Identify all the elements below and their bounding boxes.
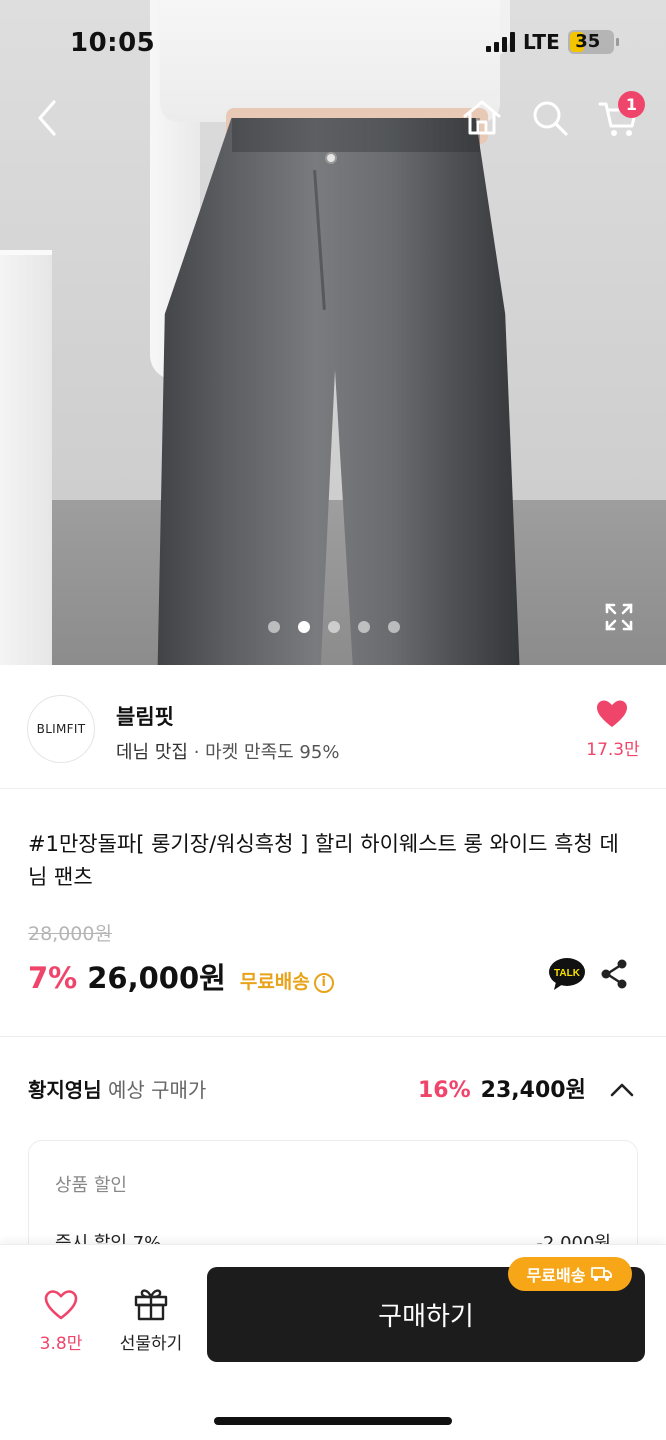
expected-discount-rate: 16% (418, 1078, 471, 1103)
image-waistband (232, 118, 480, 152)
store-like-heart-icon[interactable] (596, 699, 628, 729)
sale-price: 26,000원 (87, 961, 226, 995)
free-shipping-label[interactable]: 무료배송 i (240, 967, 334, 994)
home-indicator (214, 1417, 452, 1425)
gallery-dot[interactable] (358, 621, 370, 633)
store-info-row[interactable]: BLIMFIT 블림핏 데님 맛집 · 마켓 만족도 95% 17.3만 (0, 665, 666, 789)
store-like-count: 17.3만 (586, 740, 640, 760)
image-pedestal (0, 255, 52, 665)
image-floor (0, 500, 666, 665)
original-price: 28,000원 (28, 923, 112, 945)
image-shirt (160, 0, 500, 122)
store-tagline: 데님 맛집 (116, 742, 188, 763)
wishlist-count: 3.8만 (39, 1334, 83, 1354)
free-shipping-text: 무료배송 (239, 971, 310, 993)
truck-icon (591, 1267, 613, 1281)
gallery-dot[interactable] (388, 621, 400, 633)
bottom-action-bar: 3.8만 선물하기 구매하기 무료배송 (0, 1244, 666, 1440)
gallery-dot[interactable] (268, 621, 280, 633)
section-divider (0, 1036, 666, 1037)
fullscreen-expand-icon[interactable] (604, 602, 634, 632)
network-label: LTE (523, 30, 560, 54)
search-icon[interactable] (528, 96, 572, 140)
svg-text:TALK: TALK (554, 968, 581, 979)
gift-label[interactable]: 선물하기 (106, 1329, 196, 1354)
chevron-up-icon[interactable] (608, 1076, 636, 1104)
battery-level: 35 (575, 31, 601, 52)
expected-price-value: 23,400원 (480, 1078, 586, 1103)
home-icon[interactable] (460, 96, 504, 140)
battery-icon: 35 (567, 30, 619, 54)
wishlist-heart-icon[interactable] (44, 1289, 78, 1321)
expected-price-label: 황지영님 예상 구매가 (28, 1074, 206, 1103)
product-title: #1만장돌파[ 롱기장/워싱흑청 ] 할리 하이웨스트 롱 와이드 흑청 데님 … (28, 832, 619, 889)
store-subtitle: 데님 맛집 · 마켓 만족도 95% (116, 738, 339, 764)
status-indicators: LTE 35 (486, 30, 619, 54)
discount-rate: 7% (28, 961, 78, 995)
expected-label: 예상 구매가 (107, 1078, 207, 1102)
store-name[interactable]: 블림핏 (116, 701, 174, 731)
store-logo[interactable]: BLIMFIT (27, 695, 95, 763)
signal-icon (486, 32, 515, 52)
gallery-dot[interactable] (328, 621, 340, 633)
cart-count-badge: 1 (618, 91, 645, 118)
info-icon[interactable]: i (313, 972, 334, 993)
battery-cap (615, 38, 619, 46)
gallery-pagination (268, 621, 400, 633)
status-time: 10:05 (70, 28, 156, 58)
gallery-dot[interactable] (298, 621, 310, 633)
kakao-talk-icon[interactable]: TALK (548, 956, 586, 992)
store-separator: · (193, 742, 200, 763)
free-shipping-badge: 무료배송 (508, 1257, 632, 1291)
expected-price: 16% 23,400원 (418, 1072, 586, 1104)
gift-icon[interactable] (134, 1285, 168, 1321)
back-arrow-icon[interactable] (26, 96, 70, 140)
user-name: 황지영님 (28, 1078, 102, 1102)
store-satisfaction: 마켓 만족도 95% (205, 742, 340, 763)
free-shipping-badge-text: 무료배송 (526, 1266, 586, 1285)
product-detail-screen: 10:05 LTE 35 1 BLIMFIT 블림핏 데님 맛집 · 마켓 만족… (0, 0, 666, 1440)
share-icon[interactable] (598, 958, 630, 990)
image-jeans-button (325, 152, 337, 164)
price-row: 7% 26,000원 무료배송 i (28, 955, 334, 997)
discount-card-heading: 상품 할인 (55, 1175, 127, 1196)
